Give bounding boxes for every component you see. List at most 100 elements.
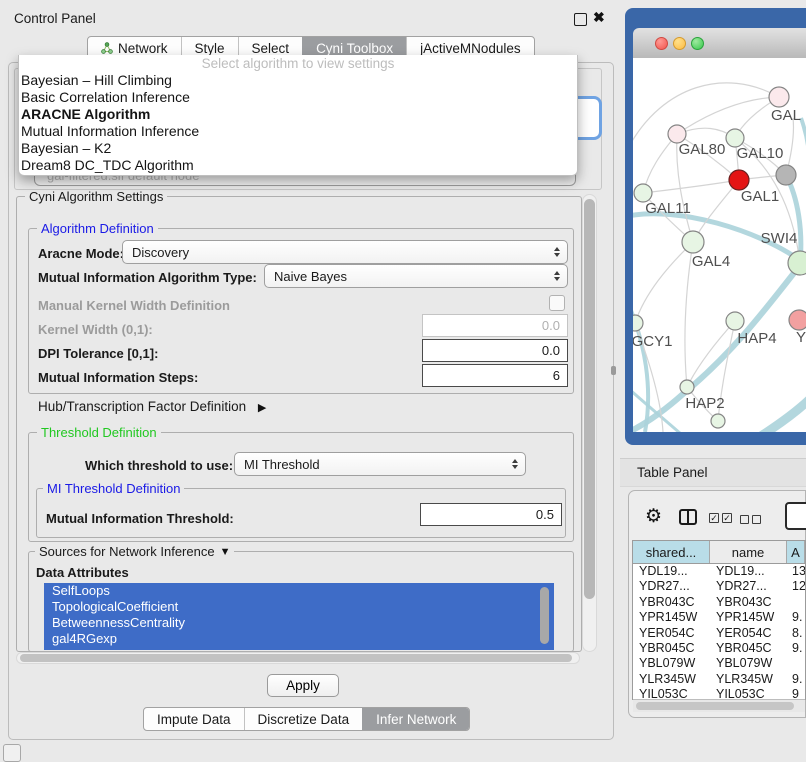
attribute-gal4rgexp[interactable]: gal4RGexp <box>44 631 554 647</box>
table-row[interactable]: YBL079WYBL079W <box>633 656 805 671</box>
threshold-definition-title: Threshold Definition <box>37 425 161 440</box>
mi-threshold-field[interactable]: 0.5 <box>420 503 562 526</box>
triangle-down-icon: ▼ <box>220 546 231 558</box>
spinner-down-icon <box>554 253 560 257</box>
settings-vertical-scrollbar[interactable] <box>582 194 597 652</box>
window-zoom-button[interactable] <box>691 37 704 50</box>
close-panel-button[interactable]: ✖ <box>593 9 605 26</box>
panel-splitter[interactable] <box>611 366 616 375</box>
network-node-gal4[interactable] <box>682 231 704 253</box>
table-cell: YPR145W <box>710 610 787 625</box>
table-row[interactable]: YER054CYER054C8. <box>633 626 805 641</box>
algorithm-option-bayesian-k2[interactable]: Bayesian – K2 <box>19 140 577 157</box>
attribute-topologicalcoefficient[interactable]: TopologicalCoefficient <box>44 599 554 615</box>
table-row[interactable]: YPR145WYPR145W9. <box>633 610 805 625</box>
panel-corner-button[interactable] <box>3 744 21 762</box>
table-cell: YER054C <box>710 626 787 641</box>
table-row[interactable]: YBR045CYBR045C9. <box>633 641 805 656</box>
settings-horizontal-scrollbar[interactable] <box>16 652 580 664</box>
mi-type-combobox[interactable]: Naive Bayes <box>264 264 568 288</box>
sources-group-toggle[interactable]: Sources for Network Inference ▼ <box>35 544 234 559</box>
attribute-list-scrollbar[interactable] <box>540 587 549 644</box>
network-icon <box>101 42 113 54</box>
scrollbar-thumb[interactable] <box>584 199 595 599</box>
network-node-gal[interactable] <box>769 87 789 107</box>
cyni-bottom-tabbar: Impute DataDiscretize DataInfer Network <box>143 707 470 731</box>
network-node-gal1[interactable] <box>729 170 749 190</box>
hub-section-toggle[interactable]: Hub/Transcription Factor Definition ▶ <box>38 399 266 414</box>
manual-kernel-checkbox[interactable] <box>549 295 565 311</box>
node-label-hap4: HAP4 <box>737 330 776 347</box>
algorithm-dropdown-list: Bayesian – Hill ClimbingBasic Correlatio… <box>19 72 577 174</box>
control-panel-title: Control Panel <box>14 11 96 26</box>
float-panel-button[interactable] <box>574 13 587 26</box>
network-node-swi4[interactable] <box>788 251 806 275</box>
column-header-a[interactable]: A <box>787 541 805 563</box>
mi-threshold-label: Mutual Information Threshold: <box>46 511 234 526</box>
table-row[interactable]: YBR043CYBR043C <box>633 595 805 610</box>
attribute-betweennesscentrality[interactable]: BetweennessCentrality <box>44 615 554 631</box>
settings-group-title: Cyni Algorithm Settings <box>25 189 167 204</box>
network-node-gcy1[interactable] <box>633 315 643 331</box>
attribute-selfloops[interactable]: SelfLoops <box>44 583 554 599</box>
unchecked-box-icon <box>740 515 749 524</box>
new-table-icon[interactable] <box>785 502 806 530</box>
apply-button[interactable]: Apply <box>267 674 339 697</box>
node-label-gal11: GAL11 <box>645 200 691 217</box>
table-cell: YBR045C <box>633 641 710 656</box>
node-label-gal: GAL <box>771 107 801 124</box>
network-canvas[interactable]: GALGAL80GAL10GAL1GAL11SWI4GAL4GCY1HAP4YH… <box>633 58 806 432</box>
algorithm-definition-title: Algorithm Definition <box>37 221 158 236</box>
columns-icon[interactable] <box>679 509 697 525</box>
table-row[interactable]: YDL19...YDL19...13 <box>633 564 805 579</box>
mi-steps-field[interactable]: 6 <box>422 364 568 387</box>
spinner-down-icon <box>512 465 518 469</box>
mi-steps-label: Mutual Information Steps: <box>38 370 198 385</box>
scrollbar-thumb[interactable] <box>636 702 794 710</box>
tab-infer-network[interactable]: Infer Network <box>362 708 469 730</box>
network-node-hap4[interactable] <box>726 312 744 330</box>
tab-discretize-data[interactable]: Discretize Data <box>244 708 363 730</box>
algorithm-option-basic-correlation-inference[interactable]: Basic Correlation Inference <box>19 89 577 106</box>
table-cell <box>787 595 805 610</box>
network-node-hap2[interactable] <box>680 380 694 394</box>
column-header-shared[interactable]: shared... <box>633 541 710 563</box>
window-minimize-button[interactable] <box>673 37 686 50</box>
window-close-button[interactable] <box>655 37 668 50</box>
table-cell: YER054C <box>633 626 710 641</box>
algorithm-dropdown-prompt: Select algorithm to view settings <box>19 56 577 72</box>
table-cell: YBL079W <box>633 656 710 671</box>
gear-icon[interactable]: ⚙ <box>645 505 662 528</box>
select-all-checkboxes-icon[interactable]: ✓ ✓ <box>709 513 732 523</box>
table-header-row: shared...nameA <box>633 541 805 564</box>
table-horizontal-scrollbar[interactable] <box>633 699 805 712</box>
algorithm-option-dream8-dc-tdc-algorithm[interactable]: Dream8 DC_TDC Algorithm <box>19 157 577 174</box>
network-edge <box>801 118 806 176</box>
network-node-y[interactable] <box>789 310 806 330</box>
tab-impute-data[interactable]: Impute Data <box>144 708 244 730</box>
which-threshold-value: MI Threshold <box>244 457 320 472</box>
algorithm-option-bayesian-hill-climbing[interactable]: Bayesian – Hill Climbing <box>19 72 577 89</box>
algorithm-option-mutual-information-inference[interactable]: Mutual Information Inference <box>19 123 577 140</box>
table-row[interactable]: YLR345WYLR345W9. <box>633 672 805 687</box>
table-cell: YBR043C <box>633 595 710 610</box>
table-cell: YPR145W <box>633 610 710 625</box>
network-node[interactable] <box>711 414 725 428</box>
table-cell: YBL079W <box>710 656 787 671</box>
spinner-up-icon <box>554 247 560 251</box>
column-header-name[interactable]: name <box>710 541 787 563</box>
table-row[interactable]: YDR27...YDR27...12 <box>633 579 805 594</box>
algorithm-option-aracne-algorithm[interactable]: ARACNE Algorithm <box>19 106 577 123</box>
data-attributes-label: Data Attributes <box>36 565 129 580</box>
node-table: shared...nameA YDL19...YDL19...13YDR27..… <box>632 540 806 700</box>
network-node[interactable] <box>776 165 796 185</box>
aracne-mode-label: Aracne Mode: <box>38 246 124 261</box>
scrollbar-thumb[interactable] <box>20 654 572 662</box>
which-threshold-combobox[interactable]: MI Threshold <box>234 452 526 476</box>
deselect-all-checkboxes-icon[interactable] <box>740 515 761 524</box>
aracne-mode-combobox[interactable]: Discovery <box>122 240 568 264</box>
kernel-width-field[interactable]: 0.0 <box>422 314 568 337</box>
table-cell <box>787 656 805 671</box>
node-label-gcy1: GCY1 <box>633 333 672 350</box>
dpi-tolerance-field[interactable]: 0.0 <box>422 339 568 362</box>
